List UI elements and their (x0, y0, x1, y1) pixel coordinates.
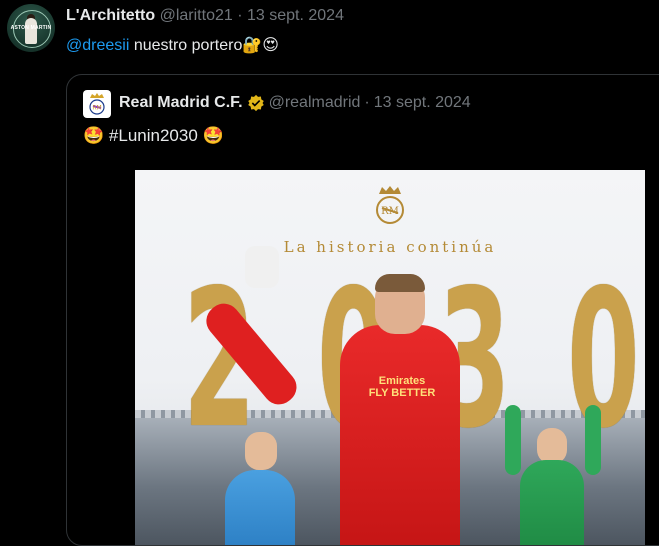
tweet-date[interactable]: 13 sept. 2024 (247, 7, 344, 24)
author-handle[interactable]: @laritto21 (160, 7, 233, 24)
tweet-text: @dreesii nuestro portero🔐😍 (66, 35, 279, 55)
club-crest-icon: RM (376, 186, 404, 224)
hashtag-link[interactable]: #Lunin2030 (109, 126, 198, 145)
mention-link[interactable]: @dreesii (66, 37, 129, 54)
quoted-separator: · (364, 94, 370, 111)
green-keeper-arm (585, 405, 601, 475)
blue-keeper-head (245, 432, 277, 470)
quoted-author-name[interactable]: Real Madrid C.F. (119, 94, 243, 112)
green-keeper-figure (520, 460, 584, 545)
header-separator: · (237, 7, 243, 24)
quoted-date[interactable]: 13 sept. 2024 (374, 94, 471, 112)
tweet-header: L'Architetto @laritto21 · 13 sept. 2024 (66, 7, 344, 25)
red-keeper-glove (245, 246, 279, 288)
verified-badge-icon (247, 94, 264, 112)
star-eyes-emoji: 🤩 (83, 126, 105, 145)
green-keeper-head (537, 428, 567, 464)
real-madrid-crest-icon: RM (89, 93, 105, 115)
author-name[interactable]: L'Architetto (66, 7, 155, 24)
red-keeper-figure (340, 325, 460, 545)
quoted-header: Real Madrid C.F. @realmadrid · 13 sept. … (119, 94, 471, 112)
avatar-brand-text: ASTON MARTIN (10, 25, 52, 31)
quoted-text: 🤩 #Lunin2030 🤩 (83, 126, 224, 146)
svg-text:RM: RM (92, 105, 101, 112)
quoted-tweet[interactable]: RM Real Madrid C.F. @realmadrid · 13 sep… (66, 74, 659, 546)
year-digit: 0 (567, 249, 640, 470)
quoted-avatar[interactable]: RM (83, 90, 111, 118)
tweet-emojis: 🔐😍 (242, 37, 279, 54)
avatar-figure (25, 18, 37, 44)
star-eyes-emoji-2: 🤩 (202, 126, 224, 145)
green-keeper-arm (505, 405, 521, 475)
red-keeper-hair (375, 274, 425, 292)
quoted-media-image[interactable]: RM La historia continúa 2 0 3 0 Emirates… (135, 170, 645, 545)
author-avatar[interactable]: ASTON MARTIN (7, 4, 55, 52)
svg-text:RM: RM (381, 206, 399, 217)
tweet-body: nuestro portero (133, 37, 243, 54)
blue-keeper-figure (225, 470, 295, 545)
kit-sponsor-line1: Emirates (378, 375, 426, 387)
kit-sponsor-line2: FLY BETTER (368, 387, 436, 399)
quoted-handle[interactable]: @realmadrid (269, 94, 361, 112)
kit-sponsor-text: Emirates FLY BETTER (367, 375, 437, 399)
